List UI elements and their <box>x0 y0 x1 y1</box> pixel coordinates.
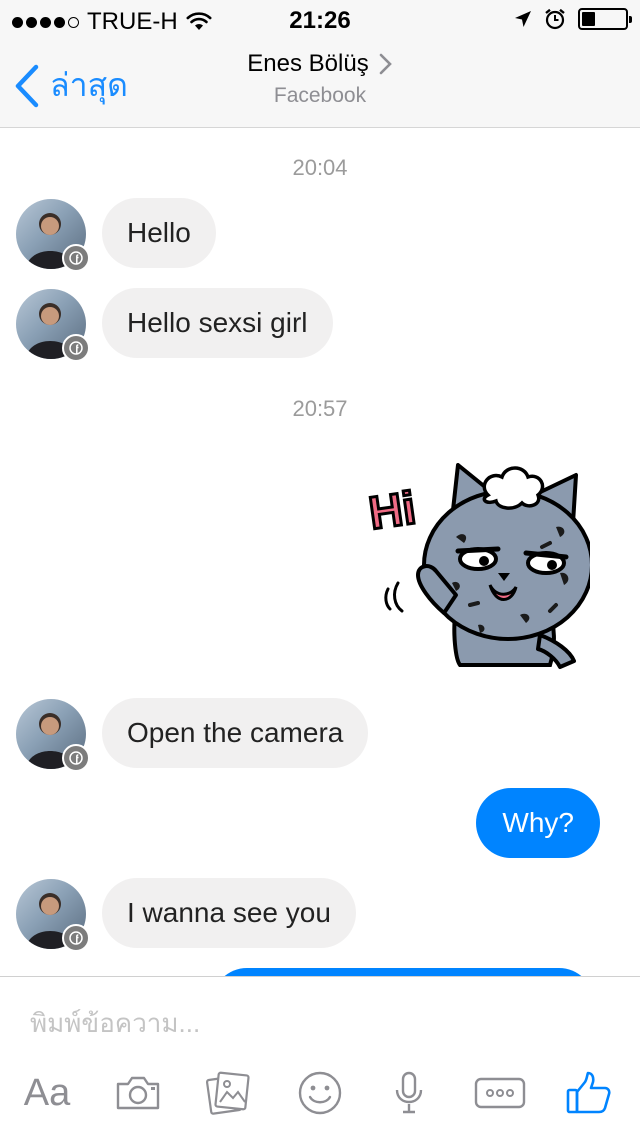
camera-icon <box>116 1076 160 1110</box>
alarm-clock-icon <box>545 8 565 30</box>
message-input[interactable] <box>30 1003 610 1043</box>
microphone-icon <box>395 1071 423 1114</box>
waving-cat-sticker-icon: Hi <box>364 463 594 669</box>
thumbs-up-icon <box>566 1071 611 1114</box>
contact-source: Facebook <box>273 84 367 107</box>
timestamp: 20:57 <box>292 396 348 421</box>
more-icon <box>474 1077 526 1109</box>
incoming-message[interactable]: Hello sexsi girl <box>102 288 333 358</box>
facebook-badge-icon <box>62 334 90 362</box>
text-format-label: Aa <box>23 1071 71 1114</box>
facebook-badge-icon <box>62 744 90 772</box>
camera-button[interactable] <box>108 1063 168 1123</box>
composer-toolbar: Aa <box>0 1063 640 1123</box>
smiley-icon <box>298 1071 342 1115</box>
conversation-header[interactable]: Enes Bölüş Facebook <box>0 50 640 108</box>
gallery-icon <box>205 1071 250 1115</box>
sticker-text: Hi <box>366 481 419 539</box>
text-format-button[interactable]: Aa <box>16 1063 78 1123</box>
message-composer: Aa <box>0 976 640 1136</box>
incoming-message[interactable]: Hello <box>102 198 216 268</box>
contact-name: Enes Bölüş <box>247 50 369 77</box>
battery-fill <box>582 12 595 26</box>
status-right <box>514 8 632 30</box>
facebook-badge-icon <box>62 924 90 952</box>
contact-name-button[interactable]: Enes Bölüş <box>247 50 392 78</box>
status-bar: TRUE-H 21:26 <box>0 0 640 40</box>
more-options-button[interactable] <box>470 1063 530 1123</box>
chevron-right-icon <box>379 53 392 75</box>
location-arrow-icon <box>515 11 531 27</box>
navigation-bar: ล่าสุด Enes Bölüş Facebook <box>0 40 640 128</box>
battery-icon <box>578 8 632 30</box>
timestamp: 20:04 <box>292 155 348 180</box>
incoming-message[interactable]: Open the camera <box>102 698 369 768</box>
outgoing-message[interactable]: Why? <box>476 788 600 858</box>
gallery-button[interactable] <box>200 1063 256 1123</box>
incoming-message[interactable]: I wanna see you <box>102 878 356 948</box>
like-button[interactable] <box>560 1063 616 1123</box>
emoji-button[interactable] <box>292 1063 348 1123</box>
microphone-button[interactable] <box>382 1063 436 1123</box>
sticker-message[interactable]: Hi <box>360 455 594 675</box>
facebook-badge-icon <box>62 244 90 272</box>
